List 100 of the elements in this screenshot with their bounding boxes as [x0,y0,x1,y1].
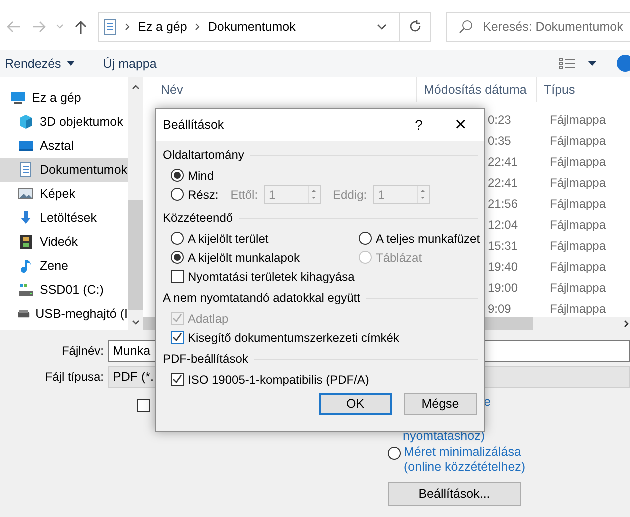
sidebar-item[interactable]: Ez a gép [0,86,128,110]
up-arrow-icon [75,20,87,34]
view-icon[interactable] [559,58,576,70]
scroll-right-icon[interactable] [624,320,629,328]
spinner-label: Eddig: [333,188,368,202]
radio-button[interactable] [171,188,184,201]
ok-button[interactable]: OK [319,393,392,415]
modified-time: 15:31 [488,238,518,252]
document-icon [18,162,34,178]
radio-button[interactable] [171,232,184,245]
music-icon [18,258,34,274]
sidebar-item[interactable]: Képek [0,182,128,206]
modified-time: 19:00 [488,280,518,294]
dropdown-icon[interactable] [377,24,387,30]
chevron-icon [125,22,130,30]
chevron-icon [195,22,200,30]
column-header[interactable]: Módosítás dátuma [424,82,527,96]
scrollbar[interactable] [128,77,143,330]
desktop-icon [18,138,34,154]
radio-button[interactable] [171,169,184,182]
caret-icon [67,61,76,66]
cancel-button[interactable]: Mégse [404,393,477,415]
document-icon [103,18,117,34]
file-type: Fájlmappa [549,176,606,190]
help-icon[interactable] [617,55,630,72]
sidebar-item[interactable]: Asztal [0,134,128,158]
checkbox-label[interactable]: Nyomtatási területek kihagyása [188,270,355,284]
help-button[interactable]: ? [404,117,434,133]
scroll-down-icon[interactable] [132,320,140,325]
organize-menu[interactable]: Rendezés [0,56,80,70]
sidebar-item[interactable]: Letöltések [0,206,128,230]
radio-button[interactable] [171,251,184,264]
breadcrumb[interactable]: Ez a gép [138,20,188,34]
breadcrumb[interactable]: Dokumentumok [208,20,296,34]
address-bar[interactable]: Ez a gép Dokumentumok [98,12,400,42]
chevron-down-icon [56,24,64,29]
sidebar-item[interactable]: Dokumentumok [0,158,128,182]
scroll-up-icon[interactable] [132,85,140,90]
cube-icon [18,114,34,130]
modified-time: 0:35 [488,134,512,148]
close-button[interactable]: × [446,114,476,136]
file-type: Fájlmappa [549,280,606,294]
radio-label[interactable]: Mind [188,168,214,182]
modified-time: 21:56 [488,196,518,210]
file-type: Fájlmappa [549,134,606,148]
section-heading: Közzéteendő [163,211,234,225]
new-folder-button[interactable]: Új mappa [98,56,162,70]
sidebar-item[interactable]: Videók [0,230,128,254]
file-type: Fájlmappa [549,154,606,168]
download-icon [18,210,34,226]
file-type: Fájlmappa [549,218,606,232]
filename-label: Fájlnév: [62,344,104,358]
dialog-title: Beállítások [163,118,226,132]
checkbox[interactable] [171,331,184,344]
section-heading: A nem nyomtatandó adatokkal együtt [163,291,360,305]
checkbox-label[interactable]: ISO 19005-1-kompatibilis (PDF/A) [188,372,370,386]
file-type: Fájlmappa [549,112,606,126]
radio-label[interactable]: A teljes munkafüzet [376,232,480,246]
radio-button[interactable] [388,447,401,460]
caret-icon[interactable] [588,61,597,66]
section-heading: PDF-beállítások [163,352,248,366]
options-button[interactable]: Beállítások... [388,482,521,506]
file-type: Fájlmappa [549,302,606,316]
refresh-button[interactable] [400,12,431,42]
computer-icon [10,90,26,106]
modified-time: 9:09 [488,302,512,316]
modified-time: 0:23 [488,112,512,126]
sidebar-item[interactable]: SSD01 (C:) [0,278,128,302]
sidebar-item[interactable]: 3D objektumok [0,110,128,134]
radio-button[interactable] [359,232,372,245]
radio-label[interactable]: A kijelölt terület [188,232,269,246]
checkbox[interactable] [171,373,184,386]
search-field[interactable]: Keresés: Dokumentumok [446,12,630,42]
column-header[interactable]: Név [143,82,416,96]
radio-label[interactable]: A kijelölt munkalapok [188,250,300,264]
sidebar-item[interactable]: USB-meghajtó (I [0,302,128,326]
modified-time: 12:04 [488,218,518,232]
search-icon [459,20,473,34]
forward-arrow-icon [32,20,46,32]
checkbox[interactable] [171,270,184,283]
checkbox[interactable] [137,399,150,412]
modified-time: 22:41 [488,176,518,190]
modified-time: 22:41 [488,154,518,168]
file-type-label: Fájl típusa: [45,370,104,384]
film-icon [18,234,34,250]
images-icon [18,186,34,202]
checkbox-label[interactable]: Kisegítő dokumentumszerkezeti címkék [188,330,400,344]
file-type: Fájlmappa [549,260,606,274]
radio-label[interactable]: Rész: [188,188,219,202]
file-type: Fájlmappa [549,238,606,252]
modified-time: 19:40 [488,260,518,274]
section-heading: Oldaltartomány [163,148,244,162]
sidebar-item[interactable]: Zene [0,254,128,278]
column-header[interactable]: Típus [544,82,576,96]
file-type: Fájlmappa [549,196,606,210]
refresh-icon [408,20,422,33]
option-link[interactable]: Méret minimalizálása (online közzétételhez) [404,445,526,475]
system-drive-icon [18,282,34,298]
spinner-label: Ettől: [230,188,258,202]
option-link[interactable]: nyomtatáshoz) [388,429,630,443]
